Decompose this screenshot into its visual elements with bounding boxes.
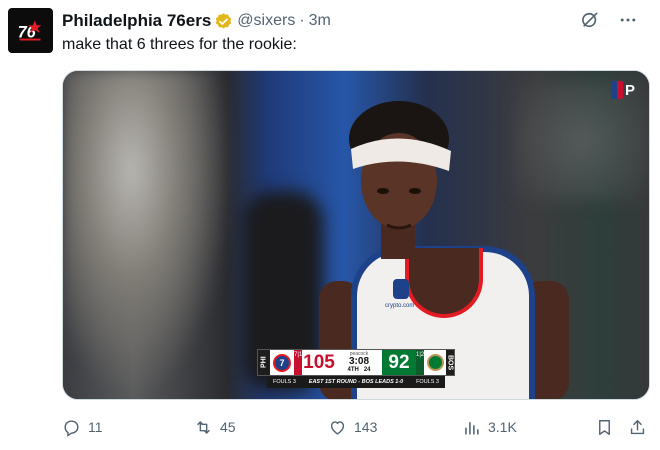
bookmark-icon [599, 419, 610, 435]
shot-clock: 24 [363, 367, 371, 373]
like-icon [330, 420, 345, 435]
tweet-media-video[interactable]: crypto.com P PHI 7 7|1 105 peacock 3:08 … [62, 70, 650, 400]
reply-icon [64, 419, 79, 437]
home-fouls: FOULS 3 [273, 379, 296, 385]
tweet-header: Philadelphia 76ers @sixers · 3m [62, 10, 652, 32]
away-team-label: BOS [446, 350, 454, 375]
away-timeouts: 1|2 [416, 350, 424, 375]
verified-gold-icon[interactable] [214, 12, 233, 31]
nba-logo-icon [610, 81, 623, 99]
reply-count: 11 [88, 419, 103, 435]
arena-light [513, 81, 649, 201]
grok-icon[interactable] [580, 10, 600, 30]
broadcast-bug: P [610, 81, 635, 99]
player-head [349, 101, 451, 259]
away-score: 92 [382, 350, 416, 375]
repost-button[interactable]: 45 [194, 418, 236, 437]
avatar[interactable]: 76 [8, 8, 53, 53]
series-status: EAST 1ST ROUND - BOS LEADS 1-0 [308, 379, 404, 385]
home-team-label: PHI [258, 350, 270, 375]
like-count: 143 [354, 419, 378, 435]
repost-count: 45 [220, 419, 236, 435]
quarter: 4TH [347, 367, 359, 373]
scorebug: PHI 7 7|1 105 peacock 3:08 4TH 24 92 1|2… [257, 349, 455, 389]
home-timeouts: 7|1 [294, 350, 302, 375]
referee-blur [63, 71, 233, 399]
tweet-actions: 11 45 143 3.1K [62, 414, 650, 440]
reply-button[interactable]: 11 [62, 418, 103, 437]
like-button[interactable]: 143 [328, 418, 377, 437]
author-handle[interactable]: @sixers [237, 12, 295, 30]
peacock-p-icon: P [624, 81, 635, 99]
sixers-logo-icon: 76 [17, 20, 41, 41]
clock-time: 3:08 [348, 356, 369, 367]
home-score: 105 [302, 350, 336, 375]
tweet-timestamp[interactable]: 3m [309, 12, 331, 30]
tweet-text: make that 6 threes for the rookie: [62, 36, 297, 53]
views-button[interactable]: 3.1K [462, 418, 517, 437]
game-clock: peacock 3:08 4TH 24 [336, 350, 382, 375]
celtics-scorebug-logo-icon [426, 354, 444, 371]
views-count: 3.1K [488, 419, 517, 435]
sixers-scorebug-logo-icon: 7 [273, 353, 291, 372]
jersey-sponsor-text: crypto.com [385, 303, 415, 309]
share-button[interactable] [628, 418, 647, 437]
bookmark-button[interactable] [595, 418, 614, 437]
views-icon [465, 421, 479, 435]
share-icon [630, 419, 645, 434]
dot-separator: · [299, 12, 305, 29]
jersey-logo [393, 279, 409, 299]
author-name[interactable]: Philadelphia 76ers [62, 11, 211, 31]
away-fouls: FOULS 3 [416, 379, 439, 385]
more-icon[interactable] [618, 10, 638, 30]
repost-icon [197, 420, 210, 434]
